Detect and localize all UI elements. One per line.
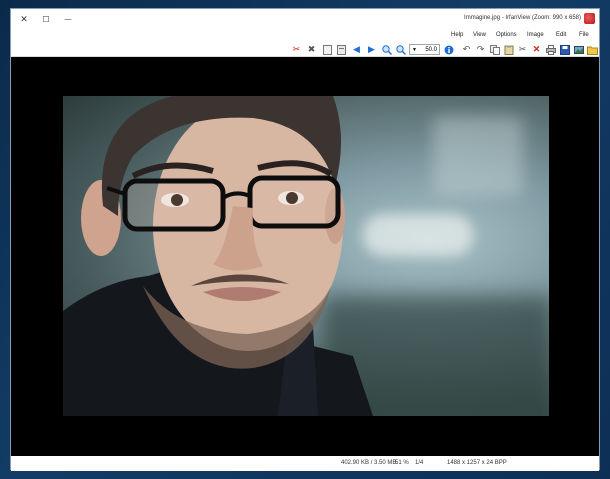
menu-bar: Help View Options Image Edit File	[11, 30, 599, 42]
menu-help[interactable]: Help	[451, 32, 463, 38]
window-title: Immagine.jpg - IrfanView (Zoom: 990 x 65…	[464, 15, 581, 21]
zoom-out-icon[interactable]	[381, 44, 392, 55]
info-icon[interactable]	[443, 44, 454, 55]
close-button[interactable]: ✕	[13, 9, 35, 29]
rotate-left-icon[interactable]: ↶	[461, 44, 472, 55]
save-icon[interactable]	[559, 44, 570, 55]
tools-icon[interactable]: ✖	[306, 44, 317, 55]
scissors-red-icon[interactable]: ✂	[291, 44, 302, 55]
arrow-left-icon[interactable]: ◀	[351, 44, 362, 55]
page-icon[interactable]	[322, 44, 333, 55]
irfanview-app-icon	[584, 13, 595, 24]
irfanview-window: ✕ ☐ — Immagine.jpg - IrfanView (Zoom: 99…	[10, 8, 600, 471]
status-file-info: 402.90 KB / 3.50 MB	[341, 460, 397, 466]
arrow-right-icon[interactable]: ▶	[366, 44, 377, 55]
menu-file[interactable]: File	[579, 32, 589, 38]
portrait-photo	[63, 96, 549, 416]
status-index: 1/4	[415, 460, 424, 466]
copy-icon[interactable]	[489, 44, 500, 55]
image-canvas[interactable]	[11, 57, 599, 456]
status-bar: 1488 x 1257 x 24 BPP 1/4 51 % 402.90 KB …	[11, 456, 599, 471]
open-icon[interactable]	[587, 44, 598, 55]
print-icon[interactable]	[545, 44, 556, 55]
chevron-down-icon[interactable]: ▼	[412, 47, 417, 53]
page-copy-icon[interactable]	[336, 44, 347, 55]
status-dimensions: 1488 x 1257 x 24 BPP	[447, 460, 507, 466]
paste-icon[interactable]	[503, 44, 514, 55]
title-bar: ✕ ☐ — Immagine.jpg - IrfanView (Zoom: 99…	[11, 9, 599, 30]
rotate-right-icon[interactable]: ↷	[475, 44, 486, 55]
toolbar: ✂ ✖ ◀ ▶ ▼ 50.0 ↶ ↷ ✂ ✕	[11, 42, 599, 57]
maximize-button[interactable]: ☐	[35, 9, 57, 29]
delete-icon[interactable]: ✕	[531, 44, 542, 55]
zoom-input[interactable]: ▼ 50.0	[409, 44, 440, 55]
menu-image[interactable]: Image	[527, 32, 544, 38]
menu-edit[interactable]: Edit	[556, 32, 566, 38]
menu-view[interactable]: View	[473, 32, 486, 38]
zoom-in-icon[interactable]	[395, 44, 406, 55]
cut-icon[interactable]: ✂	[517, 44, 528, 55]
zoom-value: 50.0	[425, 46, 437, 53]
slideshow-icon[interactable]	[573, 44, 584, 55]
minimize-button[interactable]: —	[57, 9, 79, 29]
menu-options[interactable]: Options	[496, 32, 517, 38]
status-zoom: 51 %	[395, 460, 409, 466]
